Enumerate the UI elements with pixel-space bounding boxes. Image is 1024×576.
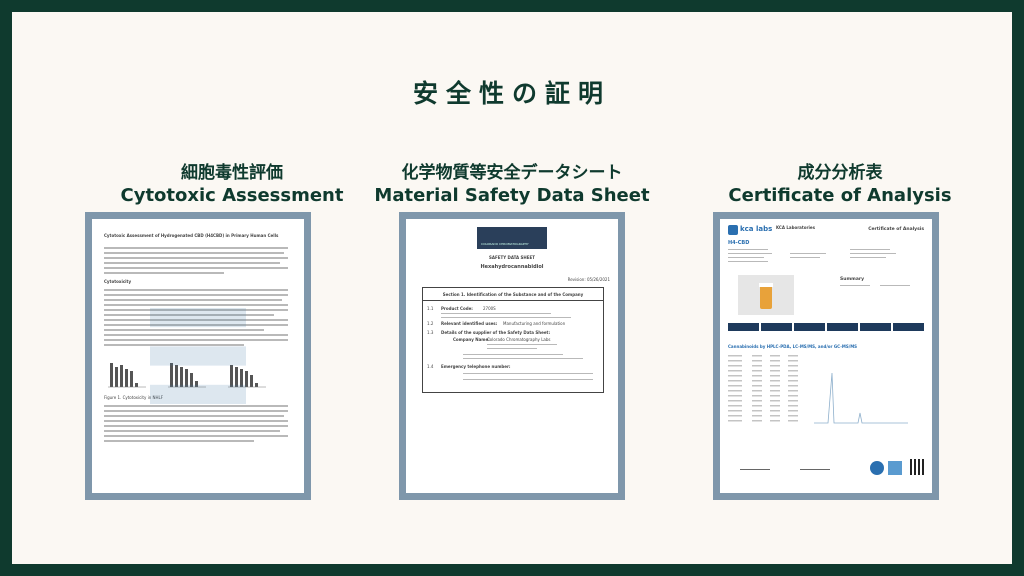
msds-document[interactable]: COLORADO CHROMATOGRAPHY SAFETY DATA SHEE… <box>399 212 625 500</box>
accreditation-badge-icon <box>870 461 884 475</box>
watermark-logo-icon <box>150 308 246 404</box>
revision-date: Revision: 05/26/2021 <box>567 277 610 282</box>
section-title-jp: 化学物質等安全データシート <box>401 163 623 183</box>
cytotoxic-document[interactable]: Cytotoxic Assessment of Hydrogenated CBD… <box>85 212 311 500</box>
coa-title: Certificate of Analysis <box>868 227 924 232</box>
document-page: Cytotoxic Assessment of Hydrogenated CBD… <box>92 219 304 493</box>
page-title: 安全性の証明 <box>412 79 611 108</box>
kca-logo-text: kca labs <box>740 225 773 233</box>
section-title-en: Certificate of Analysis <box>728 185 952 206</box>
kca-logo-icon <box>728 225 738 235</box>
section-coa: 成分分析表 Certificate of Analysis <box>700 162 980 208</box>
doc-heading: Cytotoxic Assessment of Hydrogenated CBD… <box>104 233 279 238</box>
section-box: Section 1. Identification of the Substan… <box>422 287 604 393</box>
document-page: kca labs KCA Laboratories Certificate of… <box>720 219 932 493</box>
cannabinoids-heading: Cannabinoids by HPLC-PDA, LC-MS/MS, and/… <box>728 344 858 349</box>
summary-label: Summary <box>840 277 865 282</box>
section-title: Section 1. Identification of the Substan… <box>442 292 584 297</box>
qr-code-icon <box>910 459 926 475</box>
section-title-jp: 細胞毒性評価 <box>181 163 283 183</box>
certification-badge-icon <box>888 461 902 475</box>
lab-name: KCA Laboratories <box>776 225 815 230</box>
colorado-chromatography-logo: COLORADO CHROMATOGRAPHY <box>477 227 547 249</box>
section-title-en: Material Safety Data Sheet <box>374 185 650 206</box>
sheet-label: SAFETY DATA SHEET <box>489 255 535 260</box>
doc-subheading: Cytotoxicity <box>104 279 132 284</box>
product-name: Hexahydrocannabidiol <box>480 264 544 270</box>
product-photo <box>738 275 794 315</box>
cannabinoid-table <box>728 355 908 424</box>
coa-document[interactable]: kca labs KCA Laboratories Certificate of… <box>713 212 939 500</box>
section-title-en: Cytotoxic Assessment <box>120 185 344 206</box>
section-cytotoxic: 細胞毒性評価 Cytotoxic Assessment <box>92 162 372 208</box>
sample-name: H4-CBD <box>728 240 750 246</box>
result-tiles <box>728 323 924 331</box>
content-frame: 安全性の証明 細胞毒性評価 Cytotoxic Assessment Cytot… <box>12 12 1012 564</box>
section-msds: 化学物質等安全データシート Material Safety Data Sheet <box>372 162 652 208</box>
section-title-jp: 成分分析表 <box>797 163 883 183</box>
document-page: COLORADO CHROMATOGRAPHY SAFETY DATA SHEE… <box>406 219 618 493</box>
